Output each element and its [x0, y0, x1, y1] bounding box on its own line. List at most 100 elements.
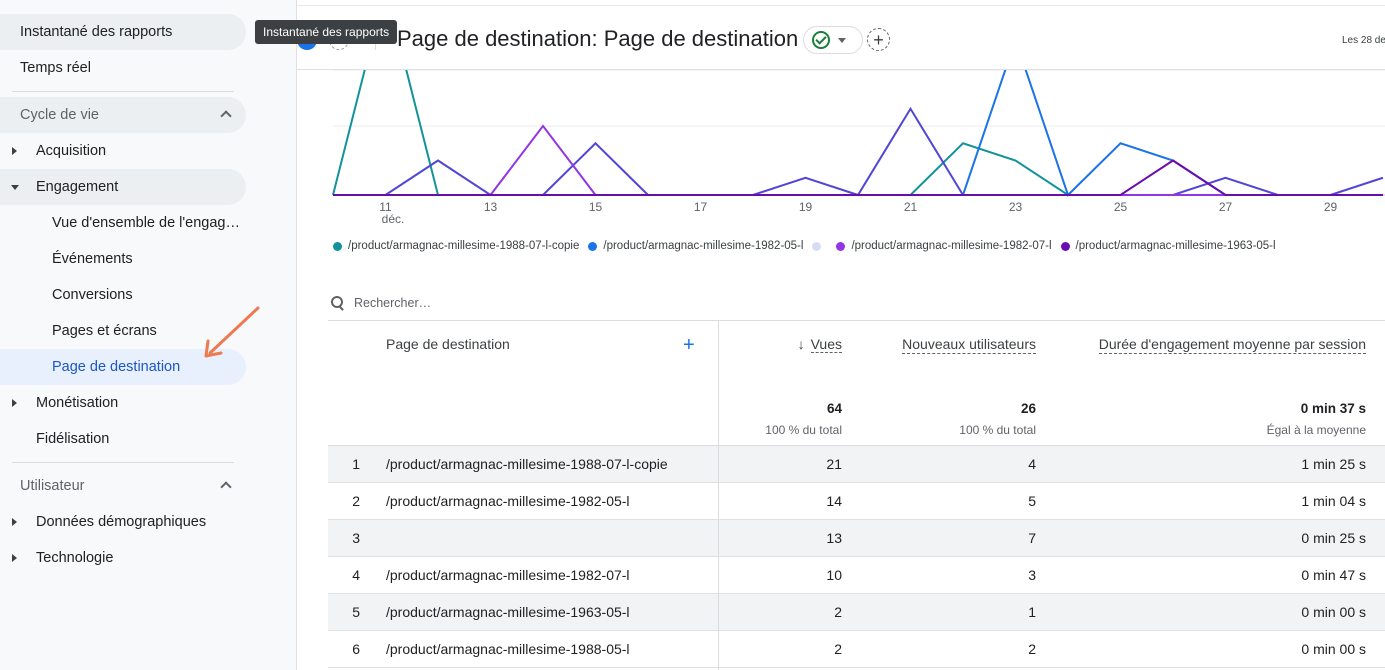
nav-label: Pages et écrans: [52, 323, 157, 339]
caret-right-icon: [12, 399, 17, 407]
total-avg-engagement: 0 min 37 s: [1300, 401, 1366, 416]
total-new-users: 26: [1020, 401, 1036, 416]
status-dropdown[interactable]: [803, 26, 863, 54]
column-header-landing-page[interactable]: Page de destination: [386, 336, 510, 352]
nav-reports-snapshot[interactable]: Instantané des rapports: [0, 14, 246, 50]
nav-label: Vue d'ensemble de l'engag…: [52, 215, 240, 231]
table-row[interactable]: 1/product/armagnac-millesime-1988-07-l-c…: [328, 446, 1385, 483]
row-avg-engagement: 0 min 25 s: [1301, 530, 1366, 546]
section-user[interactable]: Utilisateur: [0, 468, 246, 504]
nav-label: Fidélisation: [36, 431, 110, 447]
column-header-views-wrap[interactable]: ↓ Vues: [797, 336, 842, 353]
x-tick-label: 15: [588, 200, 603, 214]
row-new-users: 2: [1028, 641, 1036, 657]
legend-dot-icon: [836, 241, 846, 251]
nav-events[interactable]: Événements: [0, 241, 246, 277]
x-tick-label: 25: [1113, 200, 1128, 214]
search-icon: [331, 296, 345, 310]
tooltip: Instantané des rapports: [255, 20, 398, 44]
date-range[interactable]: Les 28 de: [1342, 35, 1385, 46]
legend-label: /product/armagnac-millesime-1982-05-l: [603, 240, 804, 252]
row-landing-page[interactable]: /product/armagnac-millesime-1963-05-l: [386, 604, 630, 620]
x-tick-label: 17: [693, 200, 708, 214]
page-title: Page de destination: Page de destination: [397, 26, 799, 51]
legend-label: /product/armagnac-millesime-1982-07-l: [851, 240, 1052, 252]
series-line[interactable]: [333, 106, 1384, 197]
sort-down-icon: ↓: [797, 336, 805, 352]
x-tick-label: 23: [1008, 200, 1023, 214]
add-icon[interactable]: +: [867, 28, 890, 51]
section-lifecycle[interactable]: Cycle de vie: [0, 97, 246, 133]
section-title: Utilisateur: [20, 478, 85, 494]
x-tick-label: 27: [1218, 200, 1233, 214]
divider: [297, 5, 1385, 6]
legend-item[interactable]: /product/armagnac-millesime-1988-07-l-co…: [333, 240, 579, 252]
nav-demographics[interactable]: Données démographiques: [0, 504, 246, 540]
row-landing-page[interactable]: /product/armagnac-millesime-1988-07-l-co…: [386, 456, 668, 472]
nav-label: Technologie: [36, 550, 114, 566]
nav-label: Données démographiques: [36, 514, 207, 530]
series-line[interactable]: [333, 124, 1383, 196]
table-search[interactable]: [328, 288, 1385, 318]
x-tick-label: 29: [1323, 200, 1338, 214]
row-avg-engagement: 0 min 47 s: [1301, 567, 1366, 583]
annotation-arrow-icon: [204, 306, 260, 358]
check-circle-icon: [812, 31, 830, 49]
nav-retention[interactable]: Fidélisation: [0, 421, 246, 457]
total-views-percent: 100 % du total: [765, 423, 842, 437]
row-index: 1: [352, 456, 360, 472]
caret-right-icon: [12, 147, 17, 155]
legend-item[interactable]: /product/armagnac-millesime-1963-05-l: [1060, 240, 1276, 252]
row-index: 2: [352, 493, 360, 509]
search-input[interactable]: [354, 296, 754, 310]
nav-engagement-overview[interactable]: Vue d'ensemble de l'engag…: [0, 205, 246, 241]
row-new-users: 1: [1028, 604, 1036, 620]
row-index: 3: [352, 530, 360, 546]
table-row[interactable]: 6/product/armagnac-millesime-1988-05-l 2 2…: [328, 631, 1385, 668]
column-header-views: Vues: [810, 336, 842, 353]
series-line[interactable]: [332, 0, 1383, 196]
table-row[interactable]: 4/product/armagnac-millesime-1982-07-l 10…: [328, 557, 1385, 594]
row-index: 6: [352, 641, 360, 657]
nav-engagement[interactable]: Engagement: [0, 169, 246, 205]
row-avg-engagement: 1 min 25 s: [1301, 456, 1366, 472]
add-dimension-icon[interactable]: +: [683, 335, 695, 355]
chart-legend: /product/armagnac-millesime-1988-07-l-co…: [333, 239, 1285, 253]
nav-label: Conversions: [52, 287, 133, 303]
legend-item[interactable]: /product/armagnac-millesime-1982-07-l: [836, 240, 1052, 252]
column-header-new-users[interactable]: Nouveaux utilisateurs: [902, 336, 1036, 354]
x-tick-label: 13: [483, 200, 498, 214]
total-new-users-percent: 100 % du total: [959, 423, 1036, 437]
row-views: 2: [834, 641, 842, 657]
nav-acquisition[interactable]: Acquisition: [0, 133, 246, 169]
table-row[interactable]: 2/product/armagnac-millesime-1982-05-l 14…: [328, 483, 1385, 520]
legend-item[interactable]: [812, 241, 827, 251]
legend-label: /product/armagnac-millesime-1988-07-l-co…: [348, 240, 580, 252]
row-new-users: 5: [1028, 493, 1036, 509]
nav-label: Temps réel: [20, 60, 91, 76]
caret-right-icon: [12, 554, 17, 562]
nav-label: Monétisation: [36, 395, 119, 411]
table-row[interactable]: 3 13 7 0 min 25 s: [328, 520, 1385, 557]
column-header-avg-engagement[interactable]: Durée d'engagement moyenne par session: [1098, 336, 1366, 354]
row-index: 5: [352, 604, 360, 620]
legend-dot-icon: [588, 241, 598, 251]
nav-monetization[interactable]: Monétisation: [0, 385, 246, 421]
row-views: 10: [826, 567, 842, 583]
table-row[interactable]: 5/product/armagnac-millesime-1963-05-l 2 1…: [328, 594, 1385, 631]
row-landing-page[interactable]: /product/armagnac-millesime-1982-07-l: [386, 567, 630, 583]
divider: [12, 91, 234, 92]
nav-technology[interactable]: Technologie: [0, 540, 246, 576]
chevron-down-icon: [838, 37, 846, 43]
nav-realtime[interactable]: Temps réel: [0, 50, 246, 86]
series-line[interactable]: [333, 36, 1383, 197]
legend-label: /product/armagnac-millesime-1963-05-l: [1075, 240, 1276, 252]
legend-dot-icon: [333, 241, 342, 251]
row-landing-page[interactable]: /product/armagnac-millesime-1982-05-l: [386, 493, 630, 509]
legend-item[interactable]: /product/armagnac-millesime-1982-05-l: [588, 240, 803, 252]
nav-label: Instantané des rapports: [20, 24, 173, 40]
row-landing-page[interactable]: /product/armagnac-millesime-1988-05-l: [386, 641, 630, 657]
table-header: Page de destination + ↓ Vues Nouveaux uti…: [328, 321, 1385, 446]
nav-label: Engagement: [36, 179, 119, 195]
caret-right-icon: [12, 518, 17, 526]
